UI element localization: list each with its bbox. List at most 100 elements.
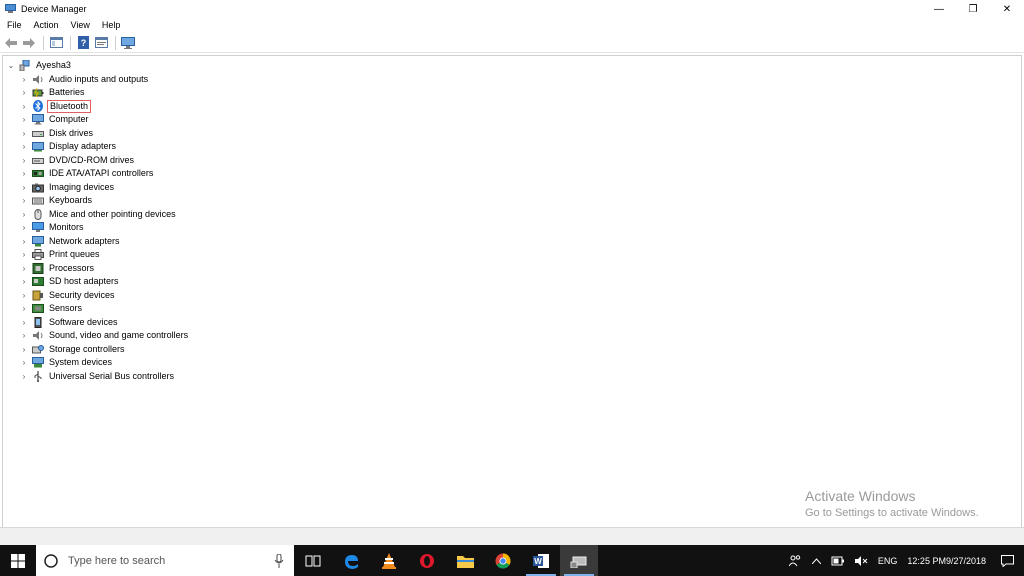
- expand-chevron-icon[interactable]: ›: [19, 318, 29, 327]
- back-button[interactable]: [3, 35, 19, 51]
- expand-chevron-icon[interactable]: ›: [19, 129, 29, 138]
- tree-item[interactable]: › IDE ATA/ATAPI controllers: [19, 167, 155, 180]
- expand-chevron-icon[interactable]: ›: [19, 88, 29, 97]
- tree-item[interactable]: › Storage controllers: [19, 343, 127, 356]
- collapse-chevron-icon[interactable]: ⌄: [6, 61, 16, 70]
- mouse-icon: [32, 208, 44, 220]
- taskbar-device-manager[interactable]: [560, 545, 598, 576]
- notification-icon: [1001, 554, 1014, 567]
- tree-item[interactable]: › Imaging devices: [19, 181, 116, 194]
- taskbar-opera[interactable]: [408, 545, 446, 576]
- expand-chevron-icon[interactable]: ›: [19, 358, 29, 367]
- expand-chevron-icon[interactable]: ›: [19, 156, 29, 165]
- svg-text:?: ?: [80, 38, 86, 48]
- expand-chevron-icon[interactable]: ›: [19, 264, 29, 273]
- tree-item[interactable]: › Keyboards: [19, 194, 94, 207]
- processor-icon: [32, 262, 44, 274]
- action-center-button[interactable]: [991, 545, 1024, 576]
- back-arrow-icon: [5, 37, 17, 48]
- storage-controller-icon: [32, 344, 44, 355]
- show-hide-console-tree-button[interactable]: [48, 35, 64, 51]
- tree-item[interactable]: › Software devices: [19, 316, 120, 329]
- tree-item[interactable]: › SD host adapters: [19, 275, 121, 288]
- menu-action[interactable]: Action: [34, 20, 59, 30]
- expand-chevron-icon[interactable]: ›: [19, 345, 29, 354]
- tree-item-label: Computer: [49, 114, 89, 124]
- tree-root[interactable]: ⌄ Ayesha3: [6, 59, 73, 72]
- window-title: Device Manager: [21, 4, 87, 14]
- tree-item[interactable]: › Audio inputs and outputs: [19, 73, 150, 86]
- clock[interactable]: 12:25 PM 9/27/2018: [902, 545, 991, 576]
- microphone-icon[interactable]: [274, 553, 284, 568]
- expand-chevron-icon[interactable]: ›: [19, 102, 29, 111]
- tree-item[interactable]: › System devices: [19, 356, 114, 369]
- start-button[interactable]: [0, 545, 36, 576]
- sensor-icon: [32, 303, 44, 314]
- expand-chevron-icon[interactable]: ›: [19, 237, 29, 246]
- properties-button[interactable]: [93, 35, 109, 51]
- network-adapter-icon: [32, 235, 44, 247]
- close-button[interactable]: ✕: [990, 0, 1024, 18]
- tree-item[interactable]: › Network adapters: [19, 235, 122, 248]
- opera-icon: [420, 553, 434, 568]
- menu-view[interactable]: View: [71, 20, 90, 30]
- task-view-button[interactable]: [294, 545, 332, 576]
- expand-chevron-icon[interactable]: ›: [19, 277, 29, 286]
- tree-item[interactable]: › Security devices: [19, 289, 117, 302]
- tree-item-label: Mice and other pointing devices: [49, 208, 176, 219]
- people-button[interactable]: [784, 545, 807, 576]
- tree-item[interactable]: › Sensors: [19, 302, 84, 315]
- language-indicator[interactable]: ENG: [873, 545, 903, 576]
- tree-item[interactable]: › Processors: [19, 262, 96, 275]
- tree-item[interactable]: › DVD/CD-ROM drives: [19, 154, 136, 167]
- tree-item[interactable]: › Bluetooth: [19, 99, 92, 113]
- help-button[interactable]: ?: [75, 35, 91, 51]
- expand-chevron-icon[interactable]: ›: [19, 210, 29, 219]
- tree-item[interactable]: › Display adapters: [19, 140, 118, 153]
- tree-item[interactable]: › Mice and other pointing devices: [19, 208, 178, 221]
- tree-item[interactable]: › Print queues: [19, 248, 102, 261]
- expand-chevron-icon[interactable]: ›: [19, 223, 29, 232]
- expand-chevron-icon[interactable]: ›: [19, 304, 29, 313]
- taskbar-chrome[interactable]: [484, 545, 522, 576]
- sound-controller-icon: [32, 330, 44, 341]
- show-hidden-icons-button[interactable]: [807, 545, 826, 576]
- expand-chevron-icon[interactable]: ›: [19, 372, 29, 381]
- menu-file[interactable]: File: [7, 20, 22, 30]
- forward-button[interactable]: [21, 35, 37, 51]
- device-tree[interactable]: ⌄ Ayesha3 › Audio inputs and outputs › Batt…: [2, 55, 1022, 527]
- taskbar-vlc[interactable]: [370, 545, 408, 576]
- expand-chevron-icon[interactable]: ›: [19, 196, 29, 205]
- tree-item-label: Sound, video and game controllers: [49, 330, 189, 340]
- expand-chevron-icon[interactable]: ›: [19, 331, 29, 340]
- volume-tray-button[interactable]: [850, 545, 873, 576]
- menu-help[interactable]: Help: [102, 20, 121, 30]
- tree-item[interactable]: › Universal Serial Bus controllers: [19, 370, 176, 383]
- tree-item[interactable]: › Sound, video and game controllers: [19, 329, 190, 342]
- expand-chevron-icon[interactable]: ›: [19, 75, 29, 84]
- expand-chevron-icon[interactable]: ›: [19, 115, 29, 124]
- folder-icon: [456, 555, 474, 568]
- tree-item[interactable]: › Batteries: [19, 86, 87, 99]
- battery-tray-button[interactable]: [826, 545, 850, 576]
- clock-date: 9/27/2018: [945, 555, 986, 566]
- tree-item[interactable]: › Computer: [19, 113, 91, 126]
- expand-chevron-icon[interactable]: ›: [19, 142, 29, 151]
- taskbar-word[interactable]: W: [522, 545, 560, 576]
- minimize-button[interactable]: —: [922, 0, 956, 18]
- expand-chevron-icon[interactable]: ›: [19, 250, 29, 259]
- windows-logo-icon: [11, 553, 25, 568]
- restore-button[interactable]: ❐: [956, 0, 990, 18]
- scan-hardware-button[interactable]: [120, 35, 136, 51]
- taskbar-search-box[interactable]: Type here to search: [36, 545, 294, 576]
- tree-item[interactable]: › Monitors: [19, 221, 86, 234]
- tree-item-label: Keyboards: [49, 195, 93, 205]
- tree-item[interactable]: › Disk drives: [19, 127, 95, 140]
- taskbar-edge[interactable]: [332, 545, 370, 576]
- taskbar-file-explorer[interactable]: [446, 545, 484, 576]
- expand-chevron-icon[interactable]: ›: [19, 183, 29, 192]
- expand-chevron-icon[interactable]: ›: [19, 169, 29, 178]
- expand-chevron-icon[interactable]: ›: [19, 291, 29, 300]
- status-bar: [0, 527, 1024, 545]
- search-placeholder: Type here to search: [68, 554, 166, 567]
